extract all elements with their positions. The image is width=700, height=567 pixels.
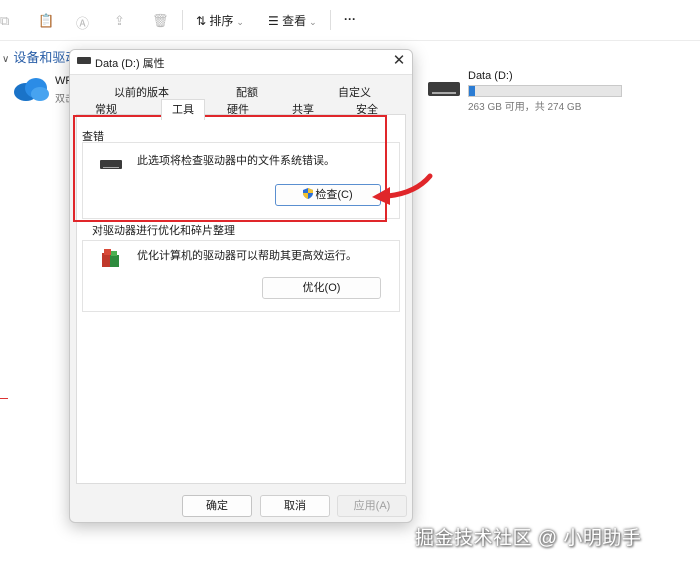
drive-usage-fill bbox=[469, 86, 476, 96]
optimize-description: 优化计算机的驱动器可以帮助其更高效运行。 bbox=[137, 250, 357, 262]
dialog-title: Data (D:) 属性 bbox=[95, 58, 165, 70]
annotation-highlight-box bbox=[73, 115, 387, 222]
drive-name[interactable]: Data (D:) bbox=[468, 70, 513, 82]
close-button[interactable]: ✕ bbox=[390, 52, 408, 70]
sort-button[interactable]: ⇅ 排序 ⌄ bbox=[196, 12, 244, 29]
chevron-down-icon: ∨ bbox=[2, 54, 10, 65]
share-icon[interactable]: ⇪ bbox=[114, 13, 125, 29]
copy-icon[interactable]: ⧉ bbox=[0, 13, 9, 29]
drive-usage-bar bbox=[468, 85, 622, 97]
toolbar-divider bbox=[330, 10, 331, 30]
drive-space-text: 263 GB 可用，共 274 GB bbox=[468, 102, 582, 113]
sort-label: 排序 bbox=[209, 14, 234, 28]
explorer-toolbar: ⧉ 📋 Ⓐ ⇪ 🗑 ⇅ 排序 ⌄ ☰ 查看 ⌄ ··· bbox=[0, 0, 700, 41]
ok-button[interactable]: 确定 bbox=[182, 495, 252, 517]
hard-drive-icon[interactable] bbox=[428, 82, 460, 96]
chevron-down-icon: ⌄ bbox=[236, 17, 244, 27]
onedrive-cloud-icon bbox=[14, 78, 49, 101]
more-button[interactable]: ··· bbox=[344, 12, 356, 26]
view-label: 查看 bbox=[282, 14, 307, 28]
tab-previous-versions[interactable]: 以前的版本 bbox=[114, 84, 169, 100]
watermark: 掘金技术社区 @ 小明助手 bbox=[415, 528, 642, 549]
divider bbox=[0, 398, 8, 399]
apply-button[interactable]: 应用(A) bbox=[337, 495, 407, 517]
optimize-button[interactable]: 优化(O) bbox=[262, 277, 381, 299]
paste-icon[interactable]: 📋 bbox=[38, 13, 54, 29]
chevron-down-icon: ⌄ bbox=[309, 17, 317, 27]
dialog-title-bar[interactable]: Data (D:) 属性 ✕ bbox=[70, 50, 412, 75]
annotation-arrow-icon bbox=[372, 173, 433, 205]
rename-icon[interactable]: Ⓐ bbox=[76, 13, 89, 32]
view-button[interactable]: ☰ 查看 ⌄ bbox=[268, 12, 317, 29]
tab-customize[interactable]: 自定义 bbox=[338, 84, 371, 100]
tab-quota[interactable]: 配额 bbox=[236, 84, 258, 100]
tab-tools[interactable]: 工具 bbox=[161, 99, 205, 120]
view-icon: ☰ bbox=[268, 14, 279, 28]
defrag-icon bbox=[102, 249, 119, 267]
toolbar-divider bbox=[182, 10, 183, 30]
optimize-title: 对驱动器进行优化和碎片整理 bbox=[92, 225, 235, 237]
delete-icon[interactable]: 🗑 bbox=[152, 13, 169, 29]
section-header[interactable]: ∨ 设备和驱动 bbox=[2, 47, 78, 66]
cancel-button[interactable]: 取消 bbox=[260, 495, 330, 517]
drive-icon bbox=[77, 57, 91, 64]
close-icon: ✕ bbox=[392, 52, 406, 69]
sort-icon: ⇅ bbox=[196, 14, 207, 28]
